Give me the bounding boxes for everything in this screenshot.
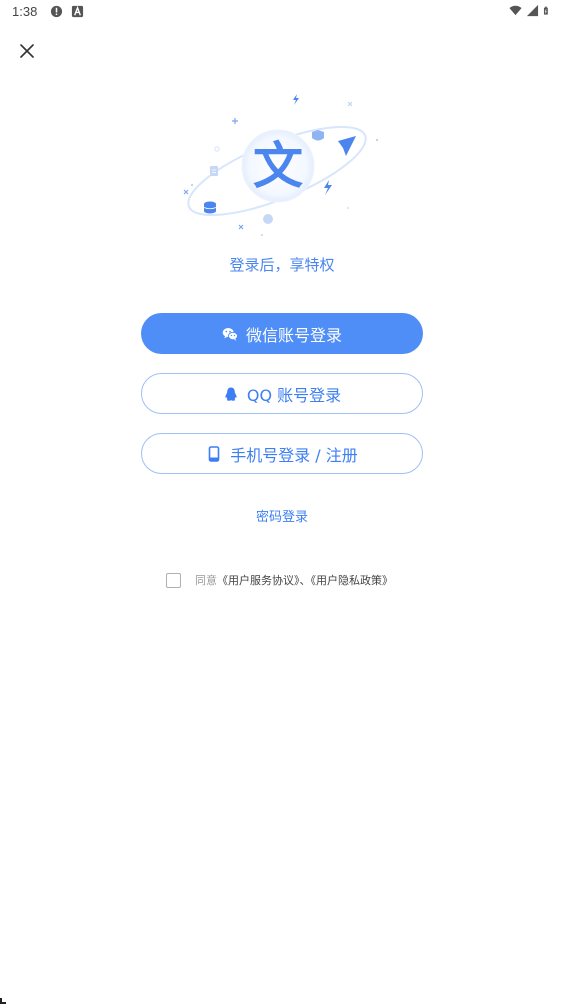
document-icon (210, 166, 218, 176)
qq-penguin-icon (225, 387, 237, 401)
close-button[interactable] (14, 38, 40, 64)
qq-login-label: QQ 账号登录 (246, 385, 342, 405)
agreement-text: 同意《用户服务协议》、《用户隐私政策》 (195, 572, 393, 588)
dot-icon (190, 183, 194, 187)
wechat-icon (222, 327, 238, 341)
status-right-icons (509, 4, 552, 17)
password-login-link[interactable]: 密码登录 (0, 506, 564, 525)
battery-icon (543, 6, 548, 15)
qq-login-button[interactable]: QQ 账号登录 (141, 373, 423, 414)
mobile-phone-icon (208, 445, 220, 462)
agreement-checkbox[interactable] (166, 572, 181, 588)
accessibility-icon (71, 5, 84, 18)
alert-circle-icon (50, 5, 63, 18)
agreement-separator: 、 (299, 574, 311, 587)
sparkle-icon (183, 189, 189, 195)
close-icon (20, 44, 34, 58)
user-agreement-link[interactable]: 《用户服务协议》 (217, 574, 300, 587)
shield-icon (312, 130, 324, 141)
phone-login-button[interactable]: 手机号登录 / 注册 (141, 433, 423, 474)
paper-plane-icon (338, 136, 356, 156)
dot-icon (346, 206, 350, 210)
hero-illustration: 文 (172, 86, 392, 246)
wechat-login-button[interactable]: 微信账号登录 (141, 313, 423, 354)
wechat-login-label: 微信账号登录 (245, 325, 342, 345)
signal-icon (526, 4, 539, 17)
hand-pointer-icon (263, 214, 273, 224)
hero-graphic: 文 (183, 94, 379, 236)
screen-corner (0, 998, 6, 1004)
privacy-policy-link[interactable]: 《用户隐私政策》 (311, 574, 394, 587)
agreement-prefix: 同意 (195, 574, 217, 587)
dot-icon (375, 138, 379, 142)
status-time: 1:38 (12, 4, 38, 19)
wifi-icon (509, 5, 522, 16)
lightning-icon (324, 180, 332, 195)
status-left-icons (50, 5, 84, 18)
status-bar: 1:38 (0, 0, 564, 24)
dot-icon (214, 146, 220, 152)
tagline: 登录后，享特权 (229, 256, 335, 274)
dot-icon (261, 234, 263, 236)
agreement-row: 同意《用户服务协议》、《用户隐私政策》 (166, 572, 393, 588)
database-icon (203, 201, 217, 214)
sparkle-icon (238, 224, 244, 230)
sparkle-icon (347, 101, 353, 107)
lightning-icon (293, 94, 299, 105)
sparkle-icon (232, 118, 238, 124)
hero-glyph: 文 (253, 137, 303, 195)
phone-login-label: 手机号登录 / 注册 (230, 445, 358, 465)
